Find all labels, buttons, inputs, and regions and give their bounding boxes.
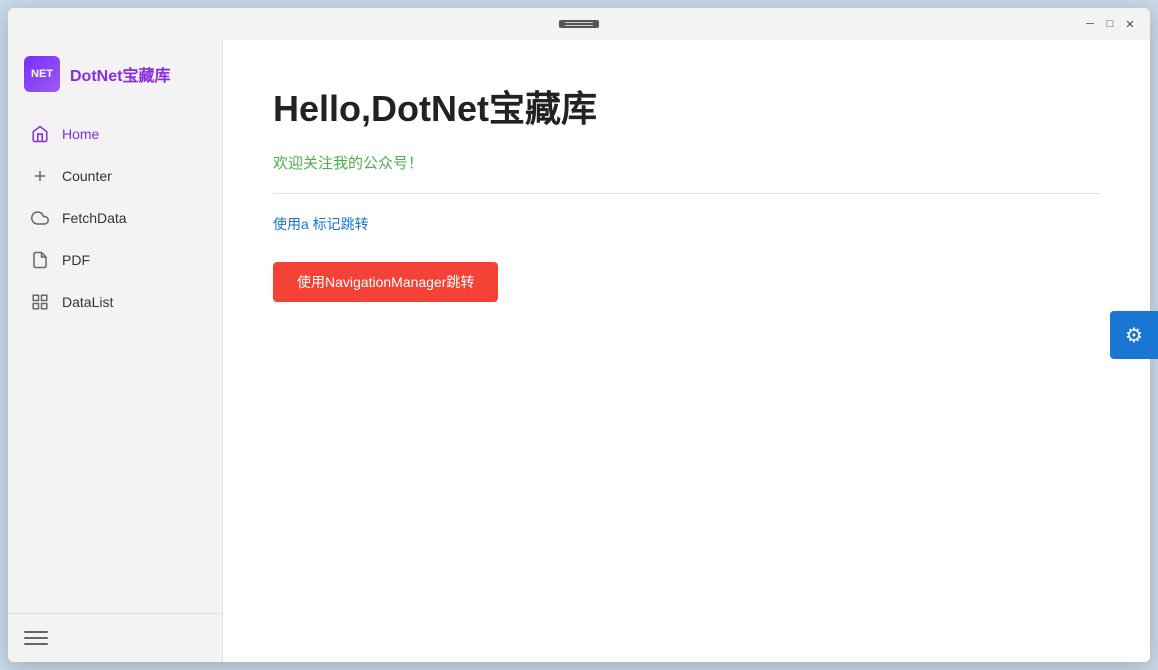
close-button[interactable]: ✕ <box>1122 16 1138 32</box>
divider <box>273 193 1100 194</box>
cloud-icon <box>30 208 50 228</box>
home-icon <box>30 124 50 144</box>
plus-icon <box>30 166 50 186</box>
title-bar-center <box>559 20 599 28</box>
logo-icon: NET <box>24 56 60 92</box>
minimize-button[interactable]: ─ <box>1082 16 1098 32</box>
app-title: DotNet宝藏库 <box>70 62 170 86</box>
sidebar-nav: Home Counter <box>8 104 222 613</box>
grid-icon <box>30 292 50 312</box>
title-bar: ─ □ ✕ <box>8 8 1150 40</box>
sidebar-item-pdf-label: PDF <box>62 252 90 268</box>
anchor-link[interactable]: 使用a 标记跳转 <box>273 214 1100 234</box>
hamburger-bar <box>559 20 599 28</box>
sidebar-item-home-label: Home <box>62 126 99 142</box>
sidebar-item-fetchdata[interactable]: FetchData <box>14 198 216 238</box>
sidebar-item-counter[interactable]: Counter <box>14 156 216 196</box>
gear-icon: ⚙ <box>1125 323 1143 348</box>
window-controls: ─ □ ✕ <box>1082 16 1138 32</box>
sidebar-item-fetchdata-label: FetchData <box>62 210 127 226</box>
sidebar-footer <box>8 613 222 662</box>
settings-button[interactable]: ⚙ <box>1110 311 1150 359</box>
sidebar-item-home[interactable]: Home <box>14 114 216 154</box>
maximize-button[interactable]: □ <box>1102 16 1118 32</box>
app-layout: NET DotNet宝藏库 Home <box>8 40 1150 662</box>
sidebar-header: NET DotNet宝藏库 <box>8 40 222 104</box>
sidebar-item-pdf[interactable]: PDF <box>14 240 216 280</box>
document-icon <box>30 250 50 270</box>
app-window: ─ □ ✕ NET DotNet宝藏库 <box>8 8 1150 662</box>
sidebar: NET DotNet宝藏库 Home <box>8 40 223 662</box>
main-content: Hello,DotNet宝藏库 欢迎关注我的公众号！ 使用a 标记跳转 使用Na… <box>223 40 1150 662</box>
menu-toggle-button[interactable] <box>24 626 48 650</box>
sidebar-item-counter-label: Counter <box>62 168 112 184</box>
sidebar-item-datalist-label: DataList <box>62 294 113 310</box>
navigation-manager-button[interactable]: 使用NavigationManager跳转 <box>273 262 498 302</box>
welcome-text: 欢迎关注我的公众号！ <box>273 152 1100 173</box>
page-title: Hello,DotNet宝藏库 <box>273 80 1100 132</box>
sidebar-item-datalist[interactable]: DataList <box>14 282 216 322</box>
